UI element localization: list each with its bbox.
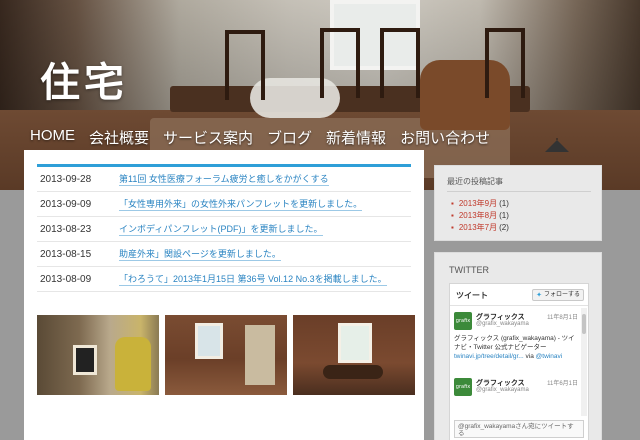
news-link[interactable]: 「わろうて」2013年1月15日 第36号 Vol.12 No.3を掲載しました…	[119, 272, 387, 286]
tweet-via-handle[interactable]: @twinavi	[536, 353, 562, 360]
gallery-photo-dining[interactable]	[293, 315, 415, 395]
nav-item-home[interactable]: HOME	[30, 127, 75, 148]
bullet-icon: ▪	[451, 210, 454, 220]
bullet-icon: ▪	[451, 222, 454, 232]
photo-window-shape	[338, 323, 372, 363]
photo-table-shape	[323, 365, 383, 379]
twitter-timeline: ツイート ✦ フォローする grafix グラフィックス @grafix_wak…	[449, 283, 589, 440]
photo-door-shape	[245, 325, 275, 385]
tweet-author-handle[interactable]: @grafix_wakayama	[476, 387, 529, 393]
site-title: 住宅	[40, 59, 128, 106]
twitter-header-label: ツイート	[456, 291, 488, 300]
divider	[447, 191, 591, 192]
tweet-body: グラフィックス (grafix_wakayama) - ツイナビ・Twitter…	[454, 335, 575, 351]
twitter-widget-title: TWITTER	[449, 265, 489, 275]
gallery-photo-room[interactable]	[165, 315, 287, 395]
tweet-text: グラフィックス (grafix_wakayama) - ツイナビ・Twitter…	[454, 334, 578, 361]
news-row: 2013-08-15 助産外来」関設ページを更新しました。	[37, 242, 411, 267]
photo-armchair-shape	[115, 337, 151, 391]
archive-link[interactable]: 2013年7月	[459, 222, 497, 233]
news-row: 2013-09-09 「女性専用外来」の女性外来パンフレットを更新しました。	[37, 192, 411, 217]
news-row: 2013-08-09 「わろうて」2013年1月15日 第36号 Vol.12 …	[37, 267, 411, 292]
archive-link[interactable]: 2013年9月	[459, 198, 497, 209]
hero-chair	[380, 28, 420, 98]
news-list: 2013-09-28 第11回 女性医療フォーラム疲労と癒しをかがくする 201…	[37, 164, 411, 292]
tweet: grafix グラフィックス @grafix_wakayama 11年6月1日	[454, 378, 578, 414]
tweet-input[interactable]: @grafix_wakayamaさん宛にツイートする	[454, 420, 584, 438]
nav-item-contact[interactable]: お問い合わせ	[400, 127, 490, 148]
twitter-bird-icon: ✦	[536, 291, 542, 299]
decorative-lamp-icon	[545, 138, 569, 152]
news-link[interactable]: 「女性専用外来」の女性外来パンフレットを更新しました。	[119, 197, 363, 211]
timeline-scrollbar[interactable]	[581, 308, 587, 416]
archive-item: ▪ 2013年9月 (1)	[451, 197, 509, 209]
photo-gallery	[37, 315, 415, 395]
tweet-author-handle[interactable]: @grafix_wakayama	[476, 321, 529, 327]
nav-item-blog[interactable]: ブログ	[267, 127, 312, 148]
hero-chair	[320, 28, 360, 98]
scrollbar-thumb[interactable]	[582, 314, 586, 334]
twitter-widget: TWITTER ツイート ✦ フォローする grafix グラフィックス @gr…	[434, 252, 602, 440]
news-date: 2013-08-09	[40, 273, 92, 285]
tweet-date[interactable]: 11年8月1日	[547, 312, 578, 321]
bullet-icon: ▪	[451, 198, 454, 208]
hero-chair	[485, 28, 525, 98]
recent-posts-title: 最近の投稿記事	[447, 177, 503, 186]
recent-posts-widget: 最近の投稿記事 ▪ 2013年9月 (1) ▪ 2013年8月 (1) ▪ 20…	[434, 165, 602, 241]
tweet-date[interactable]: 11年6月1日	[547, 378, 578, 387]
hero-chair	[225, 30, 265, 100]
news-link[interactable]: インボディパンフレット(PDF)」を更新しました。	[119, 222, 323, 236]
follow-button-label: フォローする	[543, 291, 580, 298]
news-date: 2013-09-09	[40, 198, 92, 210]
archive-item: ▪ 2013年7月 (2)	[451, 221, 509, 233]
archive-count: (1)	[499, 198, 509, 208]
gallery-photo-fireplace[interactable]	[37, 315, 159, 395]
archive-list: ▪ 2013年9月 (1) ▪ 2013年8月 (1) ▪ 2013年7月 (2…	[451, 197, 509, 233]
nav-item-services[interactable]: サービス案内	[163, 127, 253, 148]
news-link[interactable]: 助産外来」関設ページを更新しました。	[119, 247, 281, 261]
follow-button[interactable]: ✦ フォローする	[532, 289, 584, 301]
news-date: 2013-09-28	[40, 173, 92, 185]
nav-item-news[interactable]: 新着情報	[326, 127, 386, 148]
news-row: 2013-08-23 インボディパンフレット(PDF)」を更新しました。	[37, 217, 411, 242]
photo-window-shape	[195, 323, 223, 359]
archive-link[interactable]: 2013年8月	[459, 210, 497, 221]
tweet-via: via	[525, 353, 534, 360]
nav-item-company[interactable]: 会社概要	[89, 127, 149, 148]
news-date: 2013-08-23	[40, 223, 92, 235]
archive-item: ▪ 2013年8月 (1)	[451, 209, 509, 221]
news-row: 2013-09-28 第11回 女性医療フォーラム疲労と癒しをかがくする	[37, 167, 411, 192]
avatar[interactable]: grafix	[454, 312, 472, 330]
photo-fireplace-shape	[73, 345, 97, 375]
main-nav: HOME 会社概要 サービス案内 ブログ 新着情報 お問い合わせ	[30, 127, 490, 148]
news-date: 2013-08-15	[40, 248, 92, 260]
tweet-link[interactable]: twinavi.jp/tree/detail/gr...	[454, 353, 524, 360]
archive-count: (1)	[499, 210, 509, 220]
news-link[interactable]: 第11回 女性医療フォーラム疲労と癒しをかがくする	[119, 172, 329, 186]
avatar[interactable]: grafix	[454, 378, 472, 396]
twitter-timeline-header: ツイート ✦ フォローする	[450, 284, 588, 306]
archive-count: (2)	[499, 222, 509, 232]
main-content: 2013-09-28 第11回 女性医療フォーラム疲労と癒しをかがくする 201…	[24, 150, 424, 440]
tweet: grafix グラフィックス @grafix_wakayama 11年8月1日 …	[454, 312, 578, 372]
